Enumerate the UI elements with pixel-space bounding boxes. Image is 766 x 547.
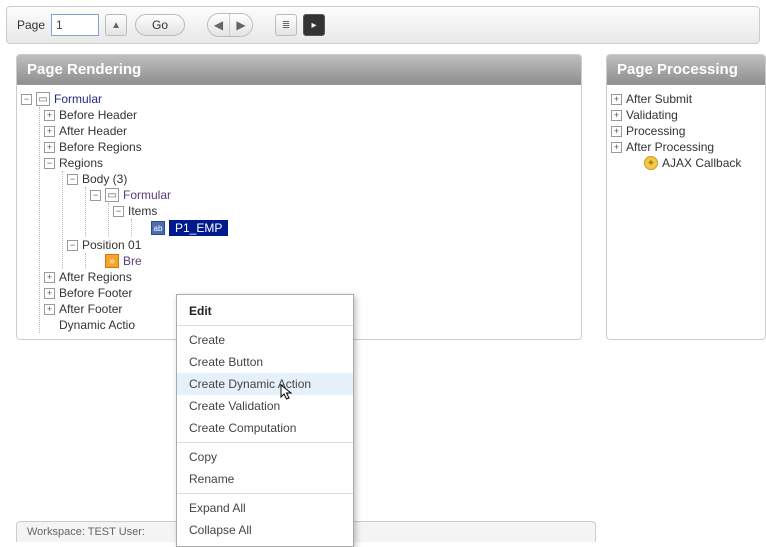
tree-after-header[interactable]: After Header [59, 124, 127, 138]
toggle-icon[interactable] [611, 126, 622, 137]
toggle-icon[interactable] [611, 94, 622, 105]
breadcrumb-icon: » [105, 254, 119, 268]
tree-before-footer[interactable]: Before Footer [59, 286, 132, 300]
action-button[interactable]: ▸ [303, 14, 325, 36]
tree-processing[interactable]: Processing [626, 124, 685, 138]
region-icon: ▭ [105, 188, 119, 202]
tree-item-p1emp[interactable]: P1_EMP [169, 220, 228, 236]
context-menu: Edit Create Create Button Create Dynamic… [176, 294, 354, 547]
ctx-create-dynamic-action[interactable]: Create Dynamic Action [177, 373, 353, 395]
gear-icon: ✦ [644, 156, 658, 170]
status-text: Workspace: TEST User: [27, 526, 145, 538]
ctx-expand-all[interactable]: Expand All [177, 497, 353, 519]
tree-regions[interactable]: Regions [59, 156, 103, 170]
toggle-icon[interactable] [21, 94, 32, 105]
ctx-collapse-all[interactable]: Collapse All [177, 519, 353, 541]
ctx-create-validation[interactable]: Create Validation [177, 395, 353, 417]
tree-before-header[interactable]: Before Header [59, 108, 137, 122]
toggle-icon[interactable] [44, 142, 55, 153]
ctx-copy[interactable]: Copy [177, 446, 353, 468]
page-icon: ▭ [36, 92, 50, 106]
tree-before-regions[interactable]: Before Regions [59, 140, 142, 154]
toggle-icon[interactable] [44, 110, 55, 121]
toggle-icon[interactable] [67, 174, 78, 185]
tree-dynamic-actions[interactable]: Dynamic Actio [59, 318, 135, 332]
page-input[interactable] [51, 14, 99, 36]
tree-after-processing[interactable]: After Processing [626, 140, 714, 154]
tree-position01[interactable]: Position 01 [82, 238, 141, 252]
toggle-icon[interactable] [44, 288, 55, 299]
toggle-icon[interactable] [67, 240, 78, 251]
toggle-icon[interactable] [44, 272, 55, 283]
toggle-icon[interactable] [44, 304, 55, 315]
ctx-rename[interactable]: Rename [177, 468, 353, 490]
tree-validating[interactable]: Validating [626, 108, 678, 122]
toggle-icon[interactable] [90, 190, 101, 201]
nav-pair: ◀ ▶ [207, 13, 253, 37]
tree-after-footer[interactable]: After Footer [59, 302, 122, 316]
page-rendering-title: Page Rendering [17, 55, 581, 85]
ctx-edit[interactable]: Edit [177, 300, 353, 322]
tree-after-submit[interactable]: After Submit [626, 92, 692, 106]
item-icon: ab [151, 221, 165, 235]
prev-page-button[interactable]: ◀ [208, 14, 230, 36]
tree-after-regions[interactable]: After Regions [59, 270, 132, 284]
go-button[interactable]: Go [135, 14, 185, 36]
tree-breadcrumb[interactable]: Bre [123, 254, 142, 268]
tree-root[interactable]: Formular [54, 92, 102, 106]
toggle-icon[interactable] [611, 142, 622, 153]
toggle-icon[interactable] [611, 110, 622, 121]
page-label: Page [17, 18, 45, 32]
ctx-create[interactable]: Create [177, 329, 353, 351]
next-page-button[interactable]: ▶ [230, 14, 252, 36]
tree-items[interactable]: Items [128, 204, 157, 218]
list-view-button[interactable]: ≣ [275, 14, 297, 36]
toggle-icon[interactable] [113, 206, 124, 217]
ctx-create-computation[interactable]: Create Computation [177, 417, 353, 439]
tree-body[interactable]: Body (3) [82, 172, 127, 186]
page-picker-button[interactable]: ▲ [105, 14, 127, 36]
page-processing-title: Page Processing [607, 55, 765, 85]
ctx-create-button[interactable]: Create Button [177, 351, 353, 373]
toggle-icon[interactable] [44, 126, 55, 137]
tree-ajax-callback[interactable]: AJAX Callback [662, 156, 741, 170]
page-processing-panel: Page Processing After Submit Validating … [606, 54, 766, 340]
tree-region-formular[interactable]: Formular [123, 188, 171, 202]
toolbar: Page ▲ Go ◀ ▶ ≣ ▸ [6, 6, 760, 44]
toggle-icon[interactable] [44, 158, 55, 169]
processing-tree: After Submit Validating Processing After… [607, 85, 765, 177]
